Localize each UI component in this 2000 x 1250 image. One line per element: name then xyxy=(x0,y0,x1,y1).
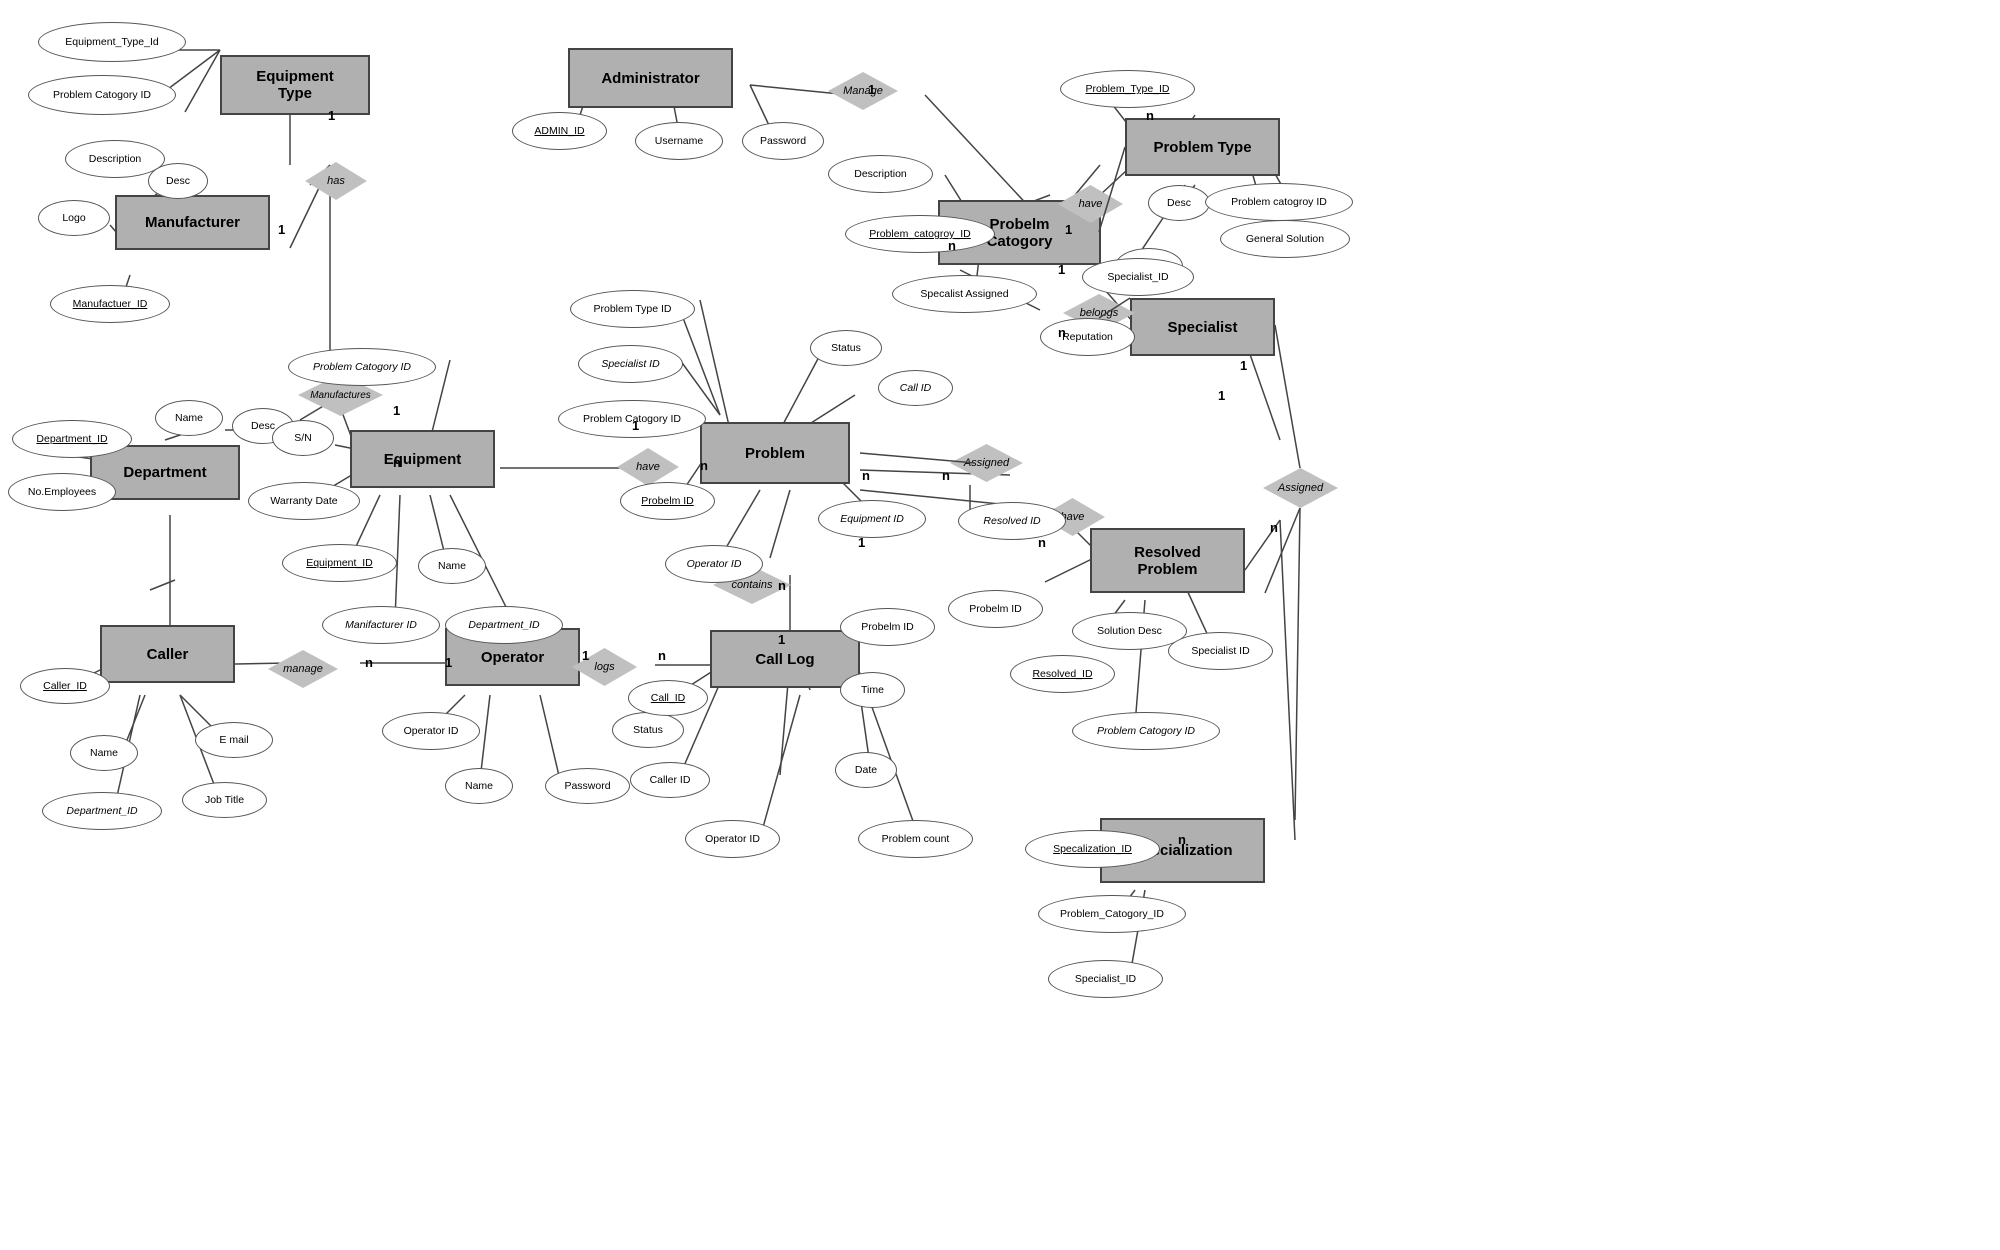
attr-caller-email: E mail xyxy=(195,722,273,758)
attr-caller-jobtitle: Job Title xyxy=(182,782,267,818)
attr-prob-specid: Specialist ID xyxy=(578,345,683,383)
card-18: n xyxy=(1038,535,1046,550)
attr-pc-desc: Description xyxy=(828,155,933,193)
attr-admin-pass: Password xyxy=(742,122,824,160)
attr-admin-user: Username xyxy=(635,122,723,160)
attr-sp-rep: Reputation xyxy=(1040,318,1135,356)
attr-eq-sn: S/N xyxy=(272,420,334,456)
card-16: n xyxy=(942,468,950,483)
card-2: 1 xyxy=(278,222,285,237)
attr-spz-specid: Specialist_ID xyxy=(1048,960,1163,998)
attr-admin-id: ADMIN_ID xyxy=(512,112,607,150)
attr-cl-probid: Probelm ID xyxy=(840,608,935,646)
attr-rp-probid: Probelm ID xyxy=(948,590,1043,628)
attr-cl-id: Call_ID xyxy=(628,680,708,716)
entity-equipment-type: Equipment Type xyxy=(220,55,370,115)
attr-eq-name: Name xyxy=(418,548,486,584)
card-7: 1 xyxy=(632,418,639,433)
attr-mfr-logo: Logo xyxy=(38,200,110,236)
attr-rp-resid: Resolved_ID xyxy=(1010,655,1115,693)
attr-sp-id: Specialist_ID xyxy=(1082,258,1194,296)
entity-manufacturer: Manufacturer xyxy=(115,195,270,250)
card-8: n xyxy=(700,458,708,473)
attr-rp-probcatid: Problem Catogory ID xyxy=(1072,712,1220,750)
er-diagram: Equipment Type Manufacturer Department C… xyxy=(0,0,2000,1250)
attr-op-id: Operator ID xyxy=(382,712,480,750)
attr-prob-typeid: Problem Type ID xyxy=(570,290,695,328)
attr-prob-status: Status xyxy=(810,330,882,366)
attr-eq-deptid: Department_ID xyxy=(445,606,563,644)
entity-resolved-problem: Resolved Problem xyxy=(1090,528,1245,593)
attr-cl-probcount: Problem count xyxy=(858,820,973,858)
card-15: n xyxy=(862,468,870,483)
attr-spz-probcatid: Problem_Catogory_ID xyxy=(1038,895,1186,933)
card-26: 1 xyxy=(1240,358,1247,373)
card-14: 1 xyxy=(778,632,785,647)
attr-prob-eqid: Equipment ID xyxy=(818,500,926,538)
card-19: 1 xyxy=(1065,222,1072,237)
attr-op-password: Password xyxy=(545,768,630,804)
card-6: n xyxy=(1146,108,1154,123)
attr-op-name: Name xyxy=(445,768,513,804)
attr-pt-gensol: General Solution xyxy=(1220,220,1350,258)
attr-rp-specid: Specialist ID xyxy=(1168,632,1273,670)
entity-administrator: Administrator xyxy=(568,48,733,108)
card-1: 1 xyxy=(328,108,335,123)
attr-cl-date: Date xyxy=(835,752,897,788)
attr-eq-mfrid: Manifacturer ID xyxy=(322,606,440,644)
attr-caller-id: Caller_ID xyxy=(20,668,110,704)
attr-spz-id: Specalization_ID xyxy=(1025,830,1160,868)
card-13: n xyxy=(778,578,786,593)
attr-pc-specassigned: Specalist Assigned xyxy=(892,275,1037,313)
attr-prob-id: Probelm ID xyxy=(620,482,715,520)
attr-et-probcat: Problem Catogory ID xyxy=(28,75,176,115)
entity-equipment: Equipment xyxy=(350,430,495,488)
card-24: n xyxy=(1270,520,1278,535)
card-25: n xyxy=(1178,832,1186,847)
attr-op-status: Status xyxy=(612,712,684,748)
card-3: 1 xyxy=(393,403,400,418)
card-20: n xyxy=(948,238,956,253)
card-21: 1 xyxy=(1058,262,1065,277)
card-9: n xyxy=(365,655,373,670)
attr-eq-id: Equipment_ID xyxy=(282,544,397,582)
attr-pt-id: Problem_Type_ID xyxy=(1060,70,1195,108)
card-23: 1 xyxy=(1218,388,1225,403)
card-22: n xyxy=(1058,325,1066,340)
attr-mfr-desc: Desc xyxy=(148,163,208,199)
attr-pt-probcatid: Problem catogroy ID xyxy=(1205,183,1353,221)
card-11: 1 xyxy=(582,648,589,663)
card-5: 1 xyxy=(868,82,875,97)
attr-cl-operid: Operator ID xyxy=(685,820,780,858)
attr-dept-noemp: No.Employees xyxy=(8,473,116,511)
card-10: 1 xyxy=(445,655,452,670)
attr-prob-opid: Operator ID xyxy=(665,545,763,583)
attr-caller-deptid: Department_ID xyxy=(42,792,162,830)
entity-specialist: Specialist xyxy=(1130,298,1275,356)
attr-cl-time: Time xyxy=(840,672,905,708)
attr-pt-desc: Desc xyxy=(1148,185,1210,221)
attr-dept-id: Department_ID xyxy=(12,420,132,458)
attr-pc-probcatid: Problem_catogroy_ID xyxy=(845,215,995,253)
attr-mfr-id: Manufactuer_ID xyxy=(50,285,170,323)
attr-dept-name: Name xyxy=(155,400,223,436)
attr-et-id: Equipment_Type_Id xyxy=(38,22,186,62)
card-17: 1 xyxy=(858,535,865,550)
attr-cl-callerid: Caller ID xyxy=(630,762,710,798)
attr-rp-resolvedid: Resolved ID xyxy=(958,502,1066,540)
card-12: n xyxy=(658,648,666,663)
attr-prob-callid: Call ID xyxy=(878,370,953,406)
entity-problem: Problem xyxy=(700,422,850,484)
entity-problem-type: Problem Type xyxy=(1125,118,1280,176)
attr-caller-name: Name xyxy=(70,735,138,771)
entity-caller: Caller xyxy=(100,625,235,683)
attr-eq-warranty: Warranty Date xyxy=(248,482,360,520)
card-4: n xyxy=(393,455,401,470)
attr-eq-probcatid: Problem Catogory ID xyxy=(288,348,436,386)
